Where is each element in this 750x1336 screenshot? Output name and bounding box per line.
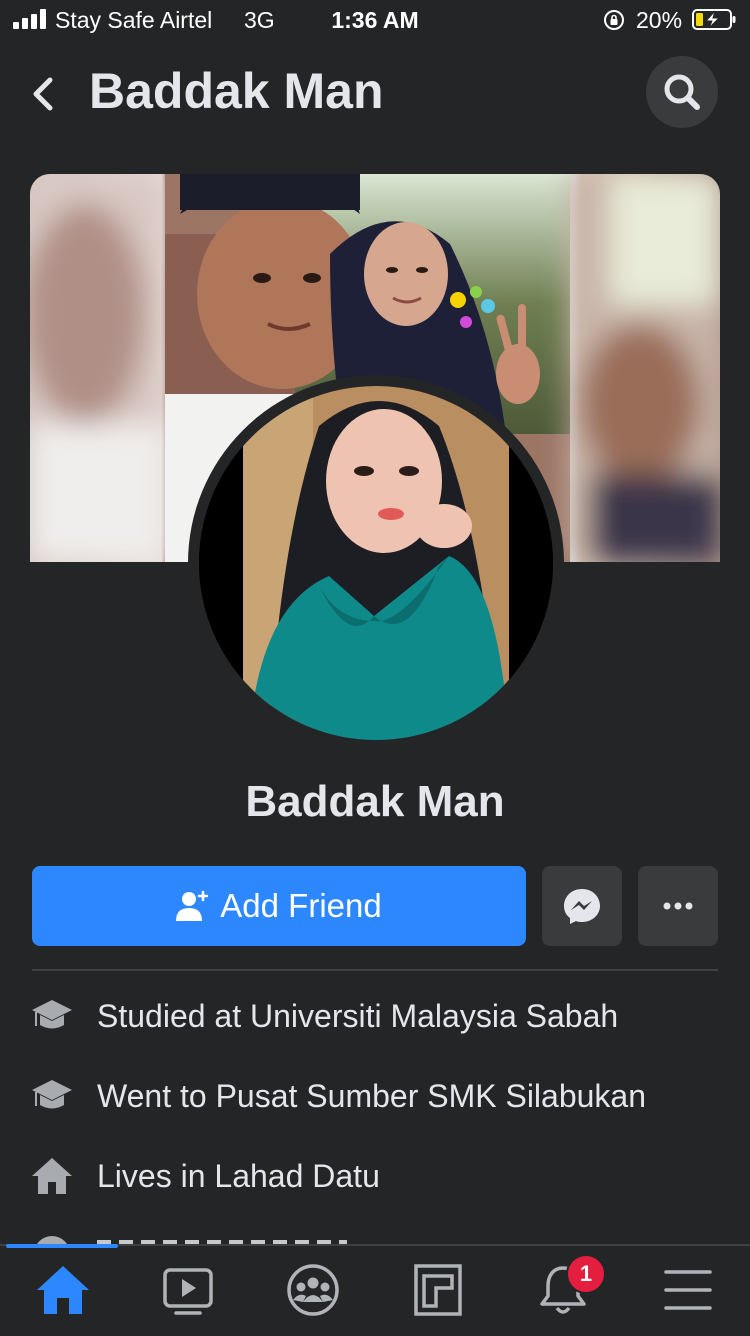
home-icon — [32, 1158, 72, 1194]
detail-location: Lives in Lahad Datu — [30, 1150, 730, 1200]
pages-icon[interactable] — [408, 1262, 468, 1318]
detail-education: Studied at Universiti Malaysia Sabah — [30, 990, 730, 1040]
menu-icon[interactable] — [658, 1262, 718, 1318]
bottom-tab-bar — [0, 1244, 750, 1336]
more-options-button[interactable] — [638, 866, 718, 946]
add-friend-button[interactable]: Add Friend — [32, 866, 526, 946]
notification-badge: 1 — [566, 1254, 606, 1294]
search-button[interactable] — [646, 56, 718, 128]
message-button[interactable] — [542, 866, 622, 946]
messenger-icon — [564, 889, 600, 924]
detail-value[interactable]: Lahad Datu — [214, 1158, 379, 1194]
more-dots-icon — [663, 902, 693, 910]
status-bar: Stay Safe Airtel 3G 1:36 AM 20% — [0, 0, 750, 42]
divider — [32, 969, 718, 971]
add-friend-label: Add Friend — [220, 887, 382, 924]
groups-icon[interactable] — [283, 1262, 343, 1318]
profile-picture[interactable] — [199, 386, 553, 740]
add-person-icon — [176, 890, 209, 921]
detail-value[interactable]: Pusat Sumber SMK Silabukan — [216, 1078, 646, 1114]
detail-prefix: Went to — [97, 1078, 216, 1114]
detail-prefix: Lives in — [97, 1158, 215, 1194]
profile-header: Baddak Man — [0, 52, 750, 136]
graduation-cap-icon — [32, 1080, 72, 1109]
active-tab-indicator — [6, 1244, 118, 1248]
profile-name: Baddak Man — [245, 777, 505, 826]
page-title: Baddak Man — [89, 63, 384, 119]
video-icon[interactable] — [158, 1262, 218, 1318]
detail-school: Went to Pusat Sumber SMK Silabukan — [30, 1070, 730, 1120]
graduation-cap-icon — [32, 1000, 72, 1029]
back-arrow-icon[interactable] — [26, 72, 62, 116]
battery-percent: 20% — [636, 7, 683, 33]
search-icon — [664, 74, 700, 110]
battery-charging-icon — [692, 9, 736, 30]
home-icon[interactable] — [33, 1262, 93, 1318]
profile-picture-image — [199, 386, 553, 740]
rotation-lock-icon — [604, 10, 624, 30]
detail-value[interactable]: Universiti Malaysia Sabah — [250, 998, 618, 1034]
detail-prefix: Studied at — [97, 998, 250, 1034]
